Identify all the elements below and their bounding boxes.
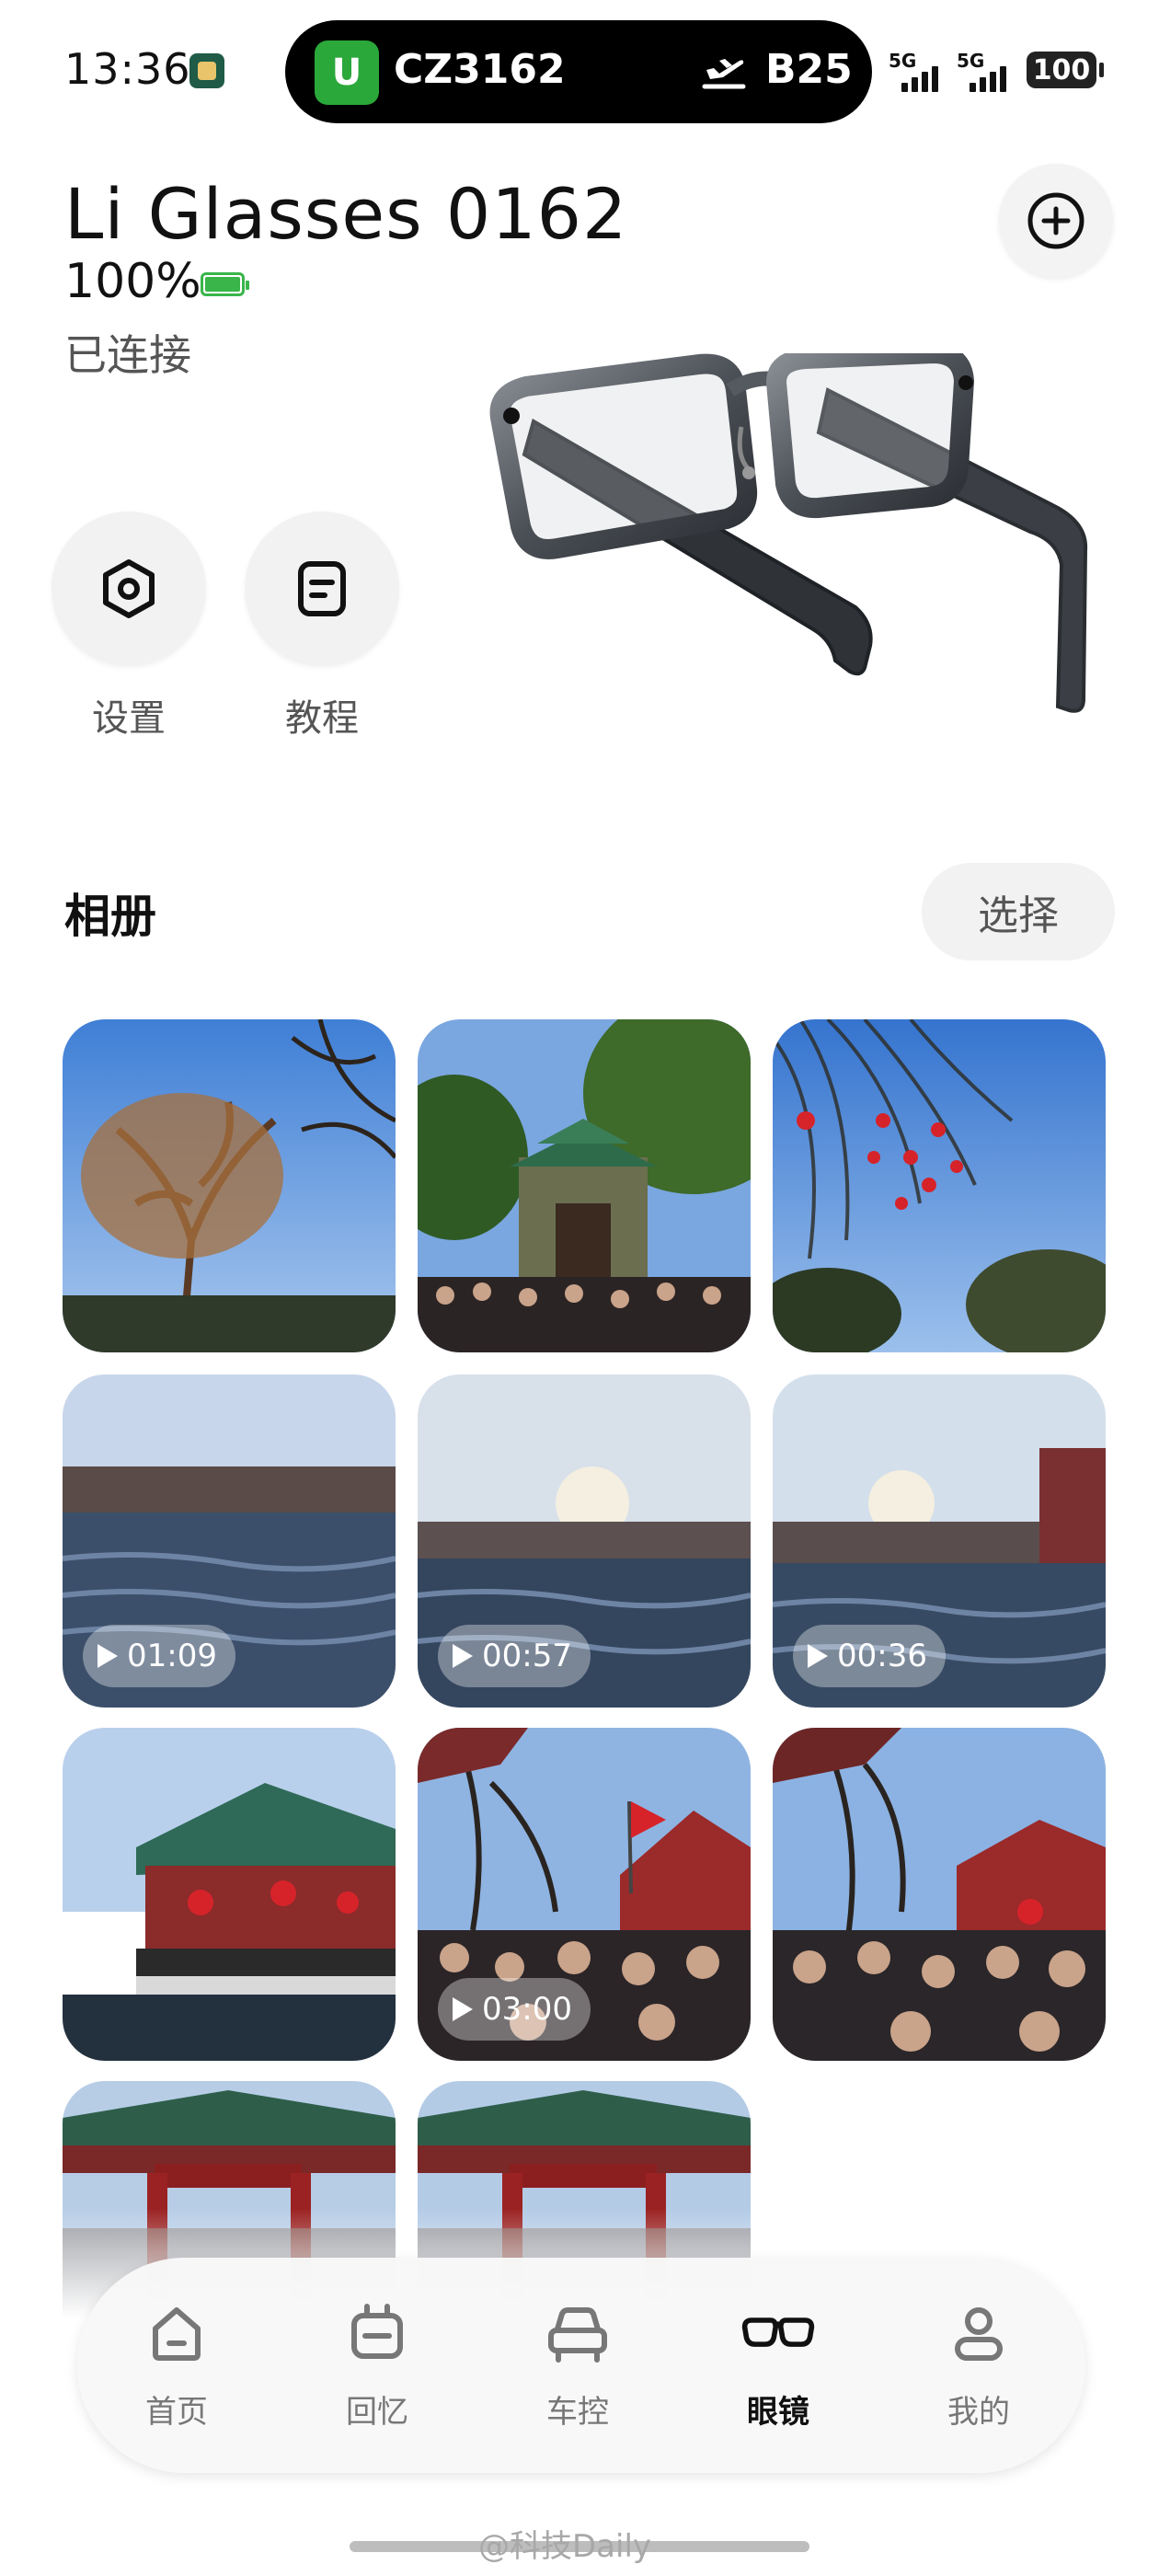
album-video[interactable]: 01:09 <box>63 1374 396 1708</box>
nav-label-memories: 回忆 <box>346 2394 408 2431</box>
nav-label-profile: 我的 <box>947 2394 1010 2431</box>
album-photo[interactable] <box>773 1728 1106 2061</box>
airline-logo-icon: U <box>315 40 379 105</box>
glasses-product-image <box>489 353 1088 713</box>
battery-level: 100 <box>1032 53 1091 86</box>
album-title: 相册 <box>64 890 156 943</box>
airline-logo-glyph: U <box>331 52 362 94</box>
nav-label-car-control: 车控 <box>546 2394 609 2431</box>
album-video[interactable]: 00:57 <box>418 1374 751 1708</box>
play-icon <box>453 1644 473 1668</box>
departure-plane-icon <box>702 59 746 89</box>
tutorial-document-icon <box>298 561 346 616</box>
video-duration-badge: 00:57 <box>438 1625 591 1687</box>
album-video[interactable]: 03:00 <box>418 1728 751 2061</box>
bottom-navigation: 首页 回忆 车控 眼镜 我的 <box>77 2258 1085 2473</box>
play-icon <box>98 1644 118 1668</box>
nav-label-glasses: 眼镜 <box>747 2394 809 2431</box>
car-icon <box>539 2294 616 2372</box>
play-icon <box>808 1644 828 1668</box>
photo-thumbnail <box>773 1019 1106 1352</box>
video-duration: 00:57 <box>482 1638 572 1674</box>
battery-icon <box>201 272 249 296</box>
signal-5g-icon: 5G <box>889 50 946 92</box>
settings-hexagon-icon <box>103 559 155 618</box>
nav-item-profile[interactable]: 我的 <box>905 2294 1052 2442</box>
home-icon <box>138 2294 215 2372</box>
tutorial-button[interactable] <box>245 512 399 666</box>
signal-5g-icon: 5G <box>957 50 1014 92</box>
video-duration: 03:00 <box>482 1991 572 2028</box>
settings-label: 设置 <box>92 697 166 740</box>
gate-number: B25 <box>765 46 853 93</box>
album-video[interactable]: 00:36 <box>773 1374 1106 1708</box>
select-button[interactable]: 选择 <box>922 863 1115 960</box>
memories-icon <box>339 2294 416 2372</box>
tutorial-label: 教程 <box>285 697 359 740</box>
profile-icon <box>940 2294 1017 2372</box>
nav-item-car-control[interactable]: 车控 <box>504 2294 651 2442</box>
photo-thumbnail <box>418 1019 751 1352</box>
add-device-button[interactable] <box>999 164 1113 278</box>
watermark: @科技Daily <box>478 2528 652 2565</box>
video-duration: 01:09 <box>127 1638 217 1674</box>
nav-item-glasses[interactable]: 眼镜 <box>705 2294 852 2442</box>
nav-label-home: 首页 <box>145 2394 208 2431</box>
play-icon <box>453 1997 473 2021</box>
photo-thumbnail <box>63 1019 396 1352</box>
album-photo[interactable] <box>63 1019 396 1352</box>
album-photo[interactable] <box>63 1728 396 2061</box>
photo-thumbnail <box>773 1728 1106 2061</box>
status-time: 13:36 <box>64 44 191 94</box>
nav-item-memories[interactable]: 回忆 <box>304 2294 451 2442</box>
battery-icon: 100 <box>1027 52 1104 88</box>
video-duration-badge: 00:36 <box>793 1625 946 1687</box>
video-duration-badge: 01:09 <box>83 1625 235 1687</box>
plus-circle-icon <box>1027 192 1084 249</box>
device-name: Li Glasses 0162 <box>64 173 628 255</box>
album-photo[interactable] <box>773 1019 1106 1352</box>
video-duration: 00:36 <box>837 1638 927 1674</box>
flight-number: CZ3162 <box>394 46 566 93</box>
photo-thumbnail <box>63 1728 396 2061</box>
glasses-icon <box>740 2294 817 2372</box>
notification-app-icon <box>189 53 224 88</box>
settings-button[interactable] <box>52 512 206 666</box>
connection-status: 已连接 <box>64 330 191 380</box>
nav-item-home[interactable]: 首页 <box>103 2294 250 2442</box>
device-battery: 100% <box>64 254 201 309</box>
flight-live-activity[interactable]: U CZ3162 B25 <box>285 20 872 123</box>
video-duration-badge: 03:00 <box>438 1978 591 2041</box>
album-photo[interactable] <box>418 1019 751 1352</box>
